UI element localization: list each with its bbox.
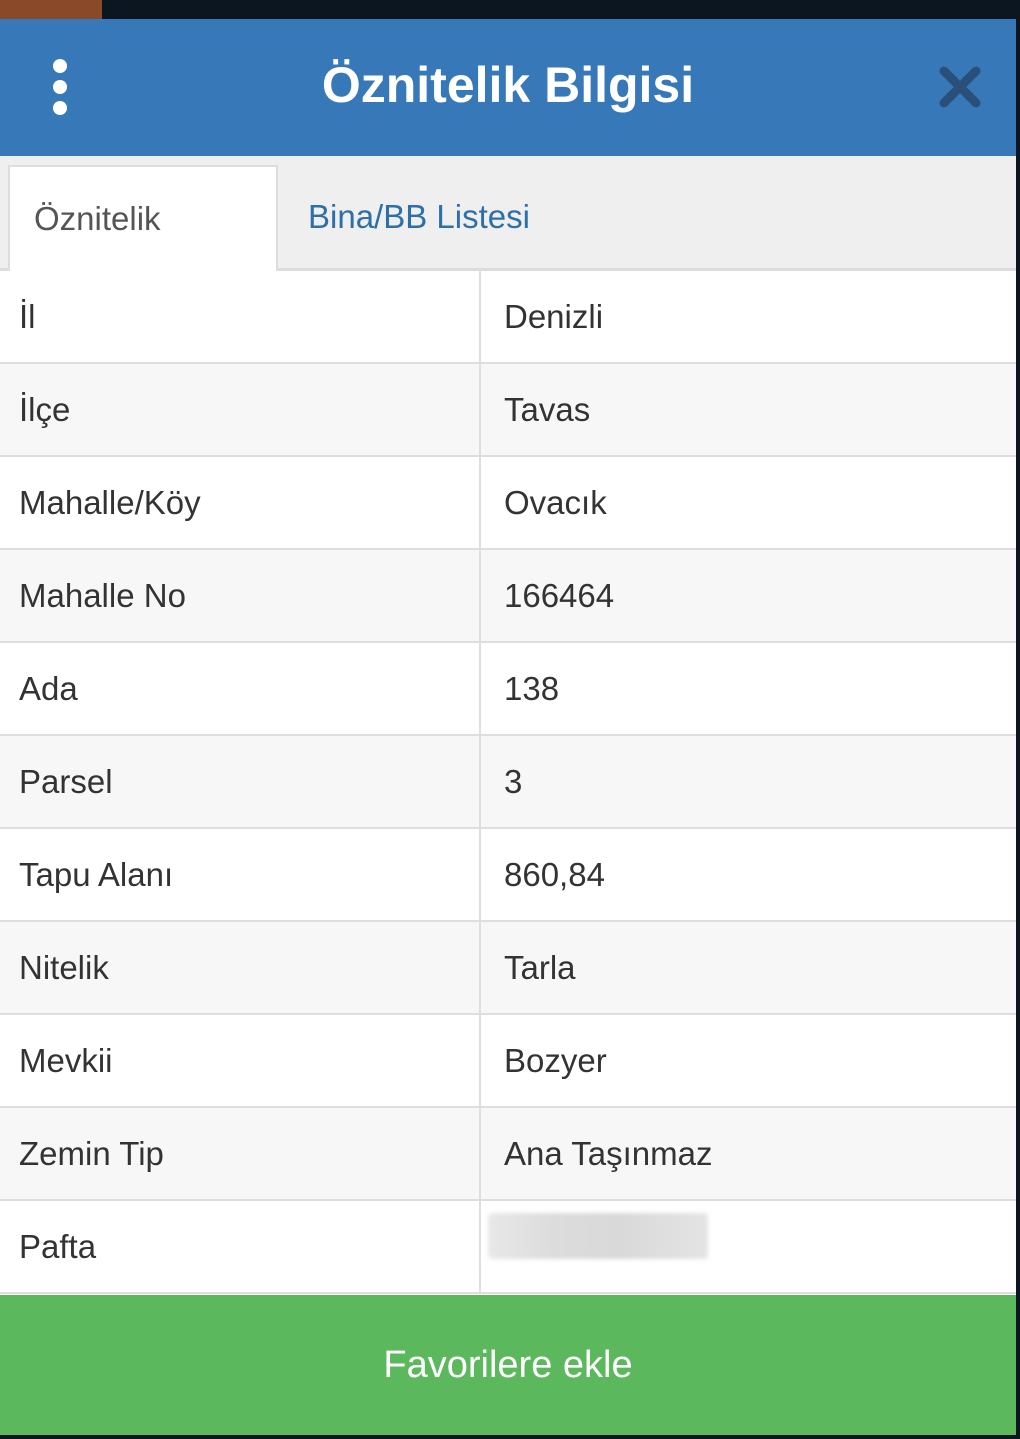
column-divider	[479, 643, 481, 736]
column-divider	[479, 922, 481, 1015]
row-label: Pafta	[19, 1228, 97, 1265]
column-divider	[479, 271, 481, 364]
row-label: İl	[19, 298, 36, 335]
column-divider	[479, 550, 481, 643]
table-row: Mahalle No 166464	[0, 550, 1016, 643]
panel-title: Öznitelik Bilgisi	[321, 57, 695, 113]
vertical-dots-icon[interactable]	[44, 57, 76, 117]
row-value: Ovacık	[504, 484, 607, 521]
row-value: Tavas	[504, 391, 591, 428]
row-label: Tapu Alanı	[19, 856, 174, 893]
table-row: Tapu Alanı 860,84	[0, 829, 1016, 922]
column-divider	[479, 364, 481, 457]
row-label: İlçe	[19, 391, 71, 428]
row-value: 860,84	[504, 856, 605, 893]
row-value: Ana Taşınmaz	[504, 1135, 713, 1172]
attribute-info-panel: Öznitelik Bilgisi Öznitelik Bilgisi Bina…	[0, 19, 1016, 1435]
row-label: Ada	[19, 670, 78, 707]
row-value: Bozyer	[504, 1042, 607, 1079]
table-row: Zemin Tip Ana Taşınmaz	[0, 1108, 1016, 1201]
tab-building-list[interactable]: Bina/BB Listesi	[284, 165, 554, 271]
table-row: Nitelik Tarla	[0, 922, 1016, 1015]
row-value: Denizli	[504, 298, 604, 335]
table-row: Ada 138	[0, 643, 1016, 736]
row-label: Mevkii	[19, 1042, 113, 1079]
tab-attribute-info[interactable]: Öznitelik Bilgisi	[8, 165, 278, 341]
column-divider	[479, 829, 481, 922]
row-label: Mahalle/Köy	[19, 484, 201, 521]
column-divider	[479, 736, 481, 829]
column-divider	[479, 1201, 481, 1294]
row-value: 166464	[504, 577, 615, 614]
row-value: 138	[504, 670, 560, 707]
row-value: 3	[504, 763, 523, 800]
tab-bar: Öznitelik Bilgisi Bina/BB Listesi	[0, 156, 1016, 341]
row-label: Parsel	[19, 763, 113, 800]
table-row: Pafta	[0, 1201, 1016, 1294]
row-label: Nitelik	[19, 949, 109, 986]
table-row: Parsel 3	[0, 736, 1016, 829]
panel-header: Öznitelik Bilgisi	[0, 19, 1016, 156]
add-to-favorites-button[interactable]: Favorilere ekle	[0, 1295, 1016, 1435]
redacted-value	[488, 1213, 708, 1259]
row-label: Zemin Tip	[19, 1135, 164, 1172]
table-row: Mahalle/Köy Ovacık	[0, 457, 1016, 550]
row-label: Mahalle No	[19, 577, 186, 614]
column-divider	[479, 1015, 481, 1108]
close-icon[interactable]	[938, 65, 982, 109]
row-value: Tarla	[504, 949, 576, 986]
table-row: İl Denizli	[0, 271, 1016, 364]
top-strip-accent	[0, 0, 102, 19]
table-row: Mevkii Bozyer	[0, 1015, 1016, 1108]
attribute-table: İl Denizli İlçe Tavas Mahalle/Köy Ovacık…	[0, 271, 1016, 1294]
column-divider	[479, 457, 481, 550]
table-row: İlçe Tavas	[0, 364, 1016, 457]
column-divider	[479, 1108, 481, 1201]
top-status-strip	[0, 0, 1020, 19]
